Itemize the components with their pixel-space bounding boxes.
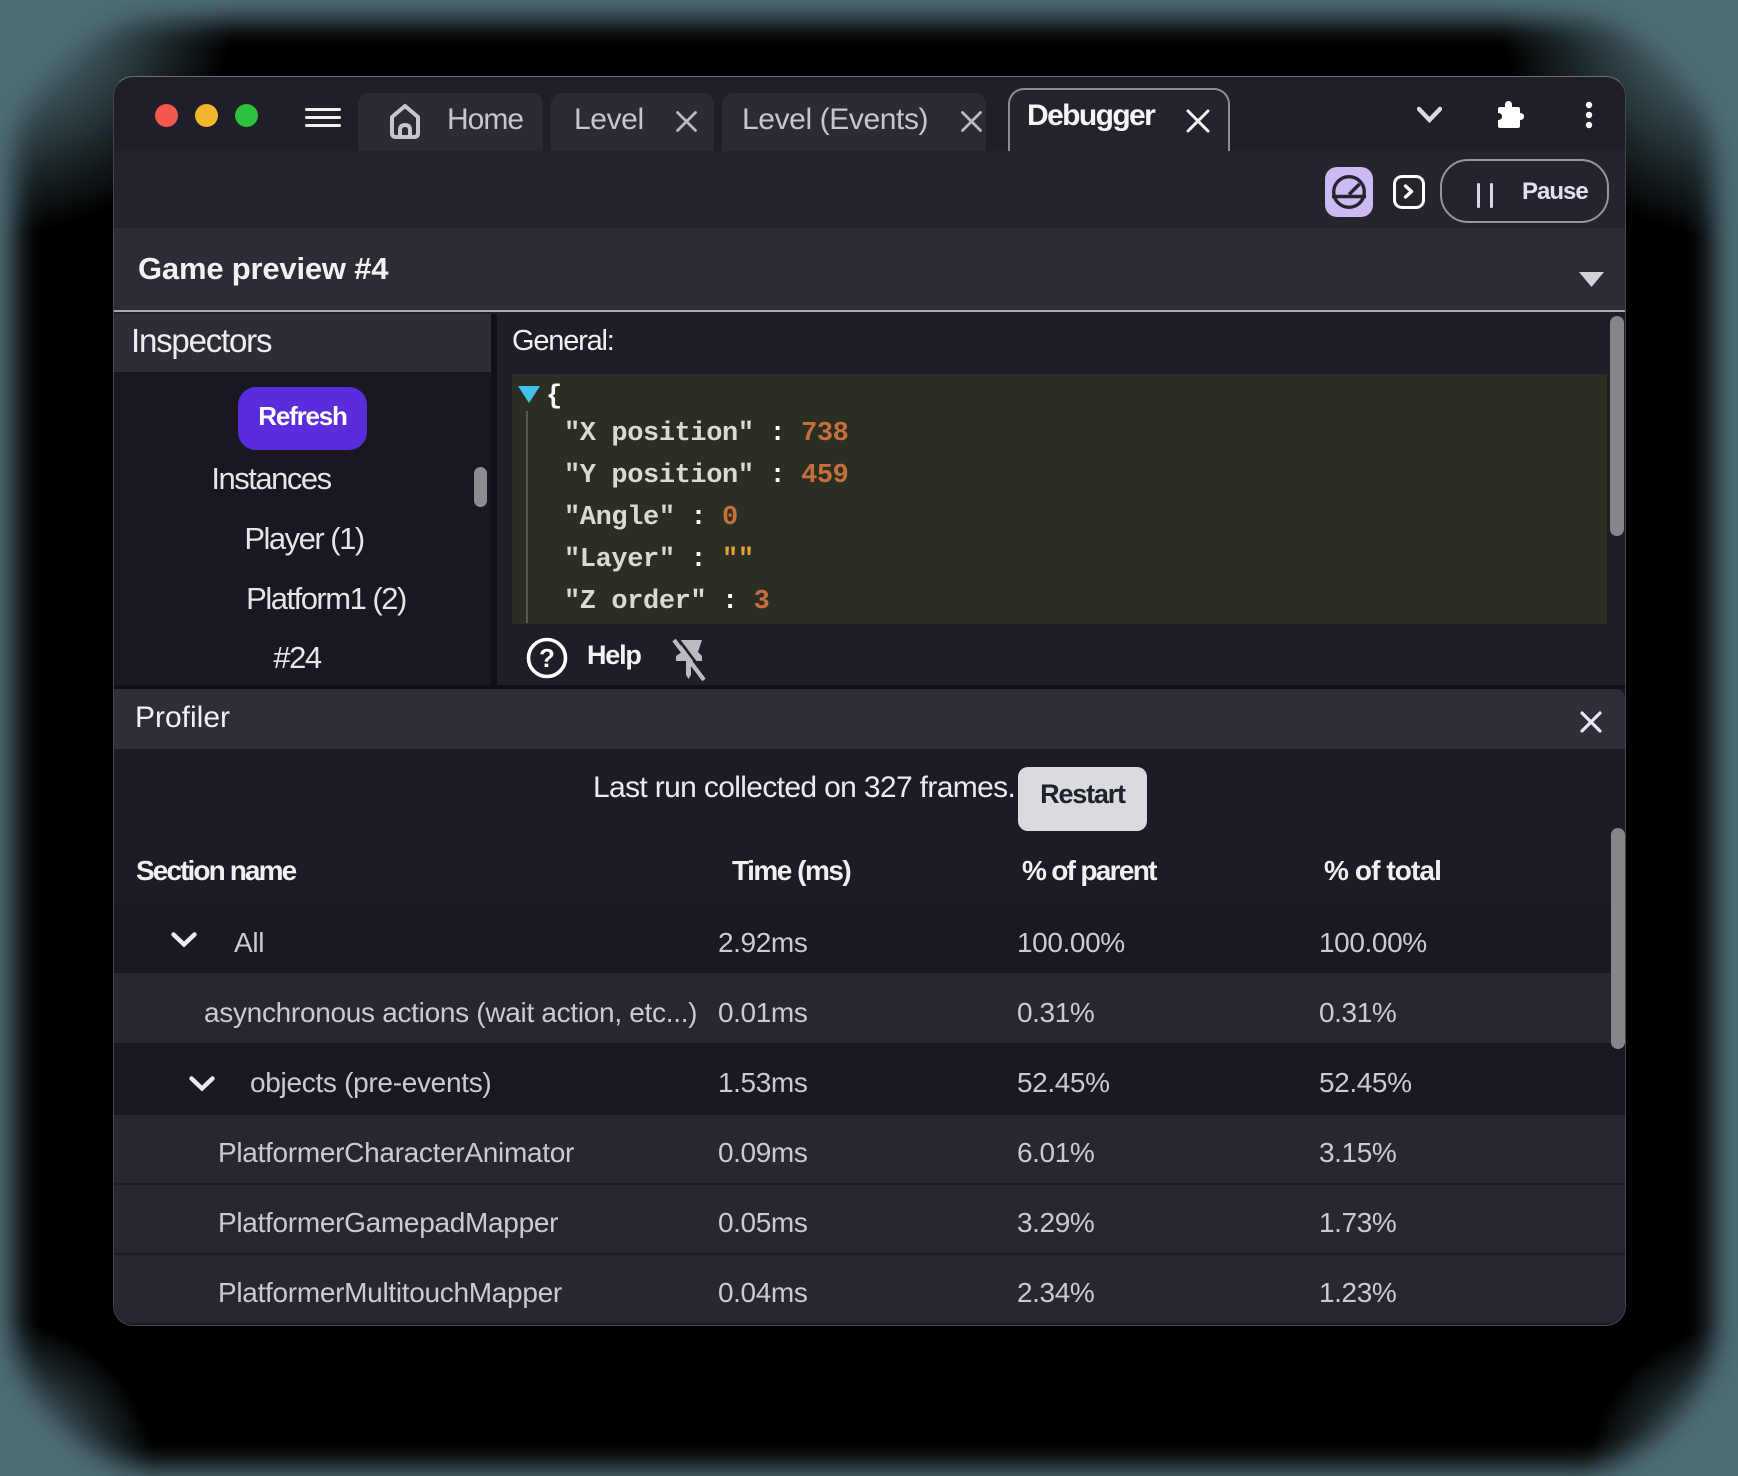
svg-text:?: ? (539, 643, 555, 673)
